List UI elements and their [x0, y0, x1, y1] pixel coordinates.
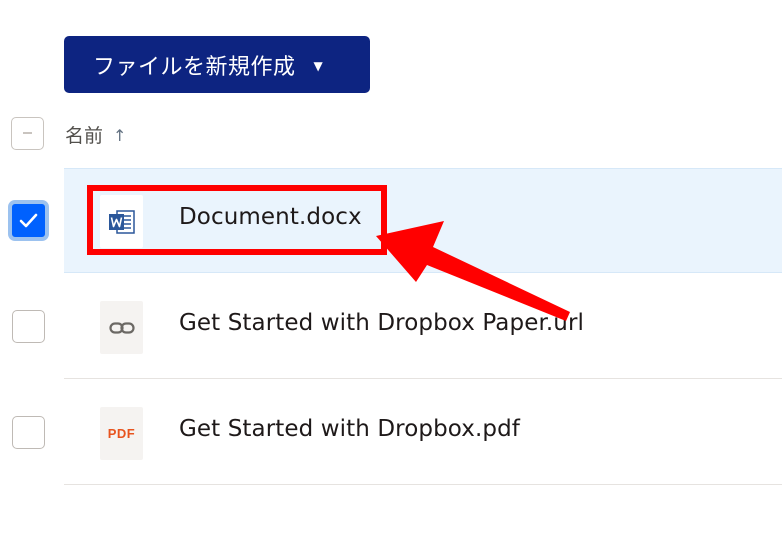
sort-ascending-icon: ↑ — [113, 126, 127, 145]
create-new-file-label: ファイルを新規作成 — [93, 54, 296, 80]
pdf-file-icon: PDF — [100, 407, 143, 460]
table-row[interactable]: Get Started with Dropbox Paper.url — [0, 274, 782, 379]
file-name-link[interactable]: Get Started with Dropbox Paper.url — [179, 310, 584, 336]
chevron-down-icon: ▼ — [313, 58, 324, 73]
row-checkbox[interactable] — [12, 310, 45, 343]
table-row[interactable]: PDF Get Started with Dropbox.pdf — [0, 380, 782, 485]
pdf-icon-label: PDF — [107, 426, 136, 441]
row-checkbox-checked[interactable] — [8, 200, 49, 241]
select-all-checkbox[interactable] — [11, 117, 44, 150]
file-name-link[interactable]: Get Started with Dropbox.pdf — [179, 416, 520, 442]
checkmark-icon — [19, 213, 38, 228]
indeterminate-dash-icon — [23, 132, 32, 134]
link-icon — [100, 301, 143, 354]
row-checkbox[interactable] — [12, 416, 45, 449]
name-column-label: 名前 — [65, 125, 104, 147]
annotation-highlight-box — [87, 185, 387, 255]
create-new-file-button[interactable]: ファイルを新規作成 ▼ — [64, 36, 370, 93]
name-column-header[interactable]: 名前 ↑ — [65, 121, 126, 148]
row-divider — [64, 378, 782, 379]
row-divider — [64, 484, 782, 485]
